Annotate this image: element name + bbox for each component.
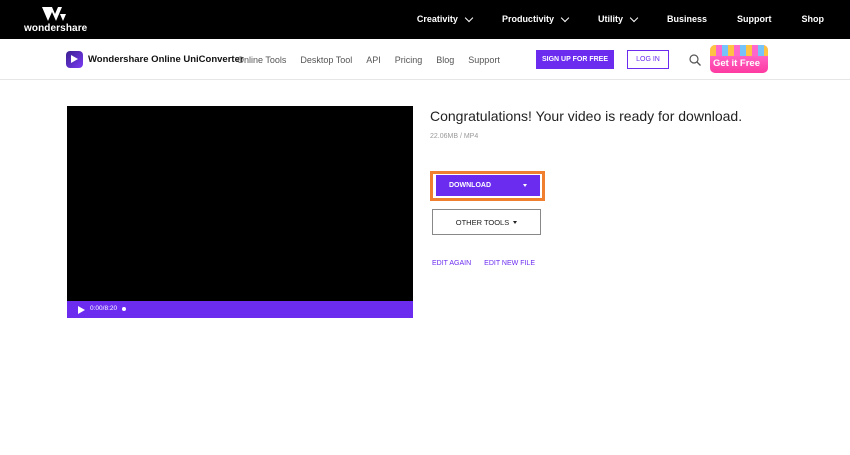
video-player[interactable]: 0:00/8:20 <box>67 106 413 318</box>
other-tools-button[interactable]: OTHER TOOLS <box>432 209 541 235</box>
product-nav-links: Online Tools Desktop Tool API Pricing Blog Su… <box>237 55 514 65</box>
get-it-free-promo[interactable]: Get it Free <box>710 45 768 73</box>
promo-label: Get it Free <box>713 58 760 69</box>
login-button[interactable]: LOG IN <box>627 50 669 69</box>
caret-down-icon <box>513 220 518 224</box>
topnav-support[interactable]: Support <box>737 14 772 24</box>
wondershare-logo-icon <box>42 7 66 21</box>
edit-again-link[interactable]: EDIT AGAIN <box>432 260 471 267</box>
chevron-down-icon <box>464 13 474 22</box>
topnav-business[interactable]: Business <box>667 14 707 24</box>
topnav-creativity[interactable]: Creativity <box>417 13 474 24</box>
wondershare-logo[interactable]: wondershare <box>24 7 88 35</box>
nav-online-tools[interactable]: Online Tools <box>237 55 286 65</box>
timecode: 0:00/8:20 <box>90 305 118 312</box>
player-controls: 0:00/8:20 <box>67 301 413 318</box>
chevron-down-icon <box>560 13 570 22</box>
topnav-utility[interactable]: Utility <box>598 13 639 24</box>
nav-pricing[interactable]: Pricing <box>395 55 423 65</box>
product-name[interactable]: Wondershare Online UniConverter <box>88 54 244 65</box>
signup-button[interactable]: SIGN UP FOR FREE <box>536 50 614 69</box>
top-bar: wondershare Creativity Productivity Util… <box>0 0 850 39</box>
scrubber-handle[interactable] <box>122 307 126 311</box>
nav-blog[interactable]: Blog <box>436 55 454 65</box>
uniconverter-logo-icon[interactable] <box>66 51 83 68</box>
chevron-down-icon <box>629 13 639 22</box>
topnav-productivity[interactable]: Productivity <box>502 13 570 24</box>
file-info: 22.06MB / MP4 <box>430 133 479 140</box>
result-title: Congratulations! Your video is ready for… <box>430 108 743 124</box>
nav-desktop-tool[interactable]: Desktop Tool <box>300 55 352 65</box>
download-button[interactable]: DOWNLOAD <box>436 175 540 196</box>
search-icon[interactable] <box>689 54 701 66</box>
top-nav: Creativity Productivity Utility Business… <box>417 13 825 24</box>
nav-support[interactable]: Support <box>468 55 500 65</box>
download-label: DOWNLOAD <box>449 182 491 189</box>
edit-new-file-link[interactable]: EDIT NEW FILE <box>484 260 535 267</box>
gift-boxes-icon <box>710 45 768 56</box>
wondershare-wordmark: wondershare <box>24 23 88 34</box>
nav-api[interactable]: API <box>366 55 381 65</box>
edit-links: EDIT AGAIN EDIT NEW FILE <box>432 260 548 267</box>
play-icon[interactable] <box>78 306 85 314</box>
topnav-shop[interactable]: Shop <box>802 14 825 24</box>
caret-down-icon[interactable] <box>523 184 527 187</box>
other-tools-label: OTHER TOOLS <box>455 217 510 227</box>
